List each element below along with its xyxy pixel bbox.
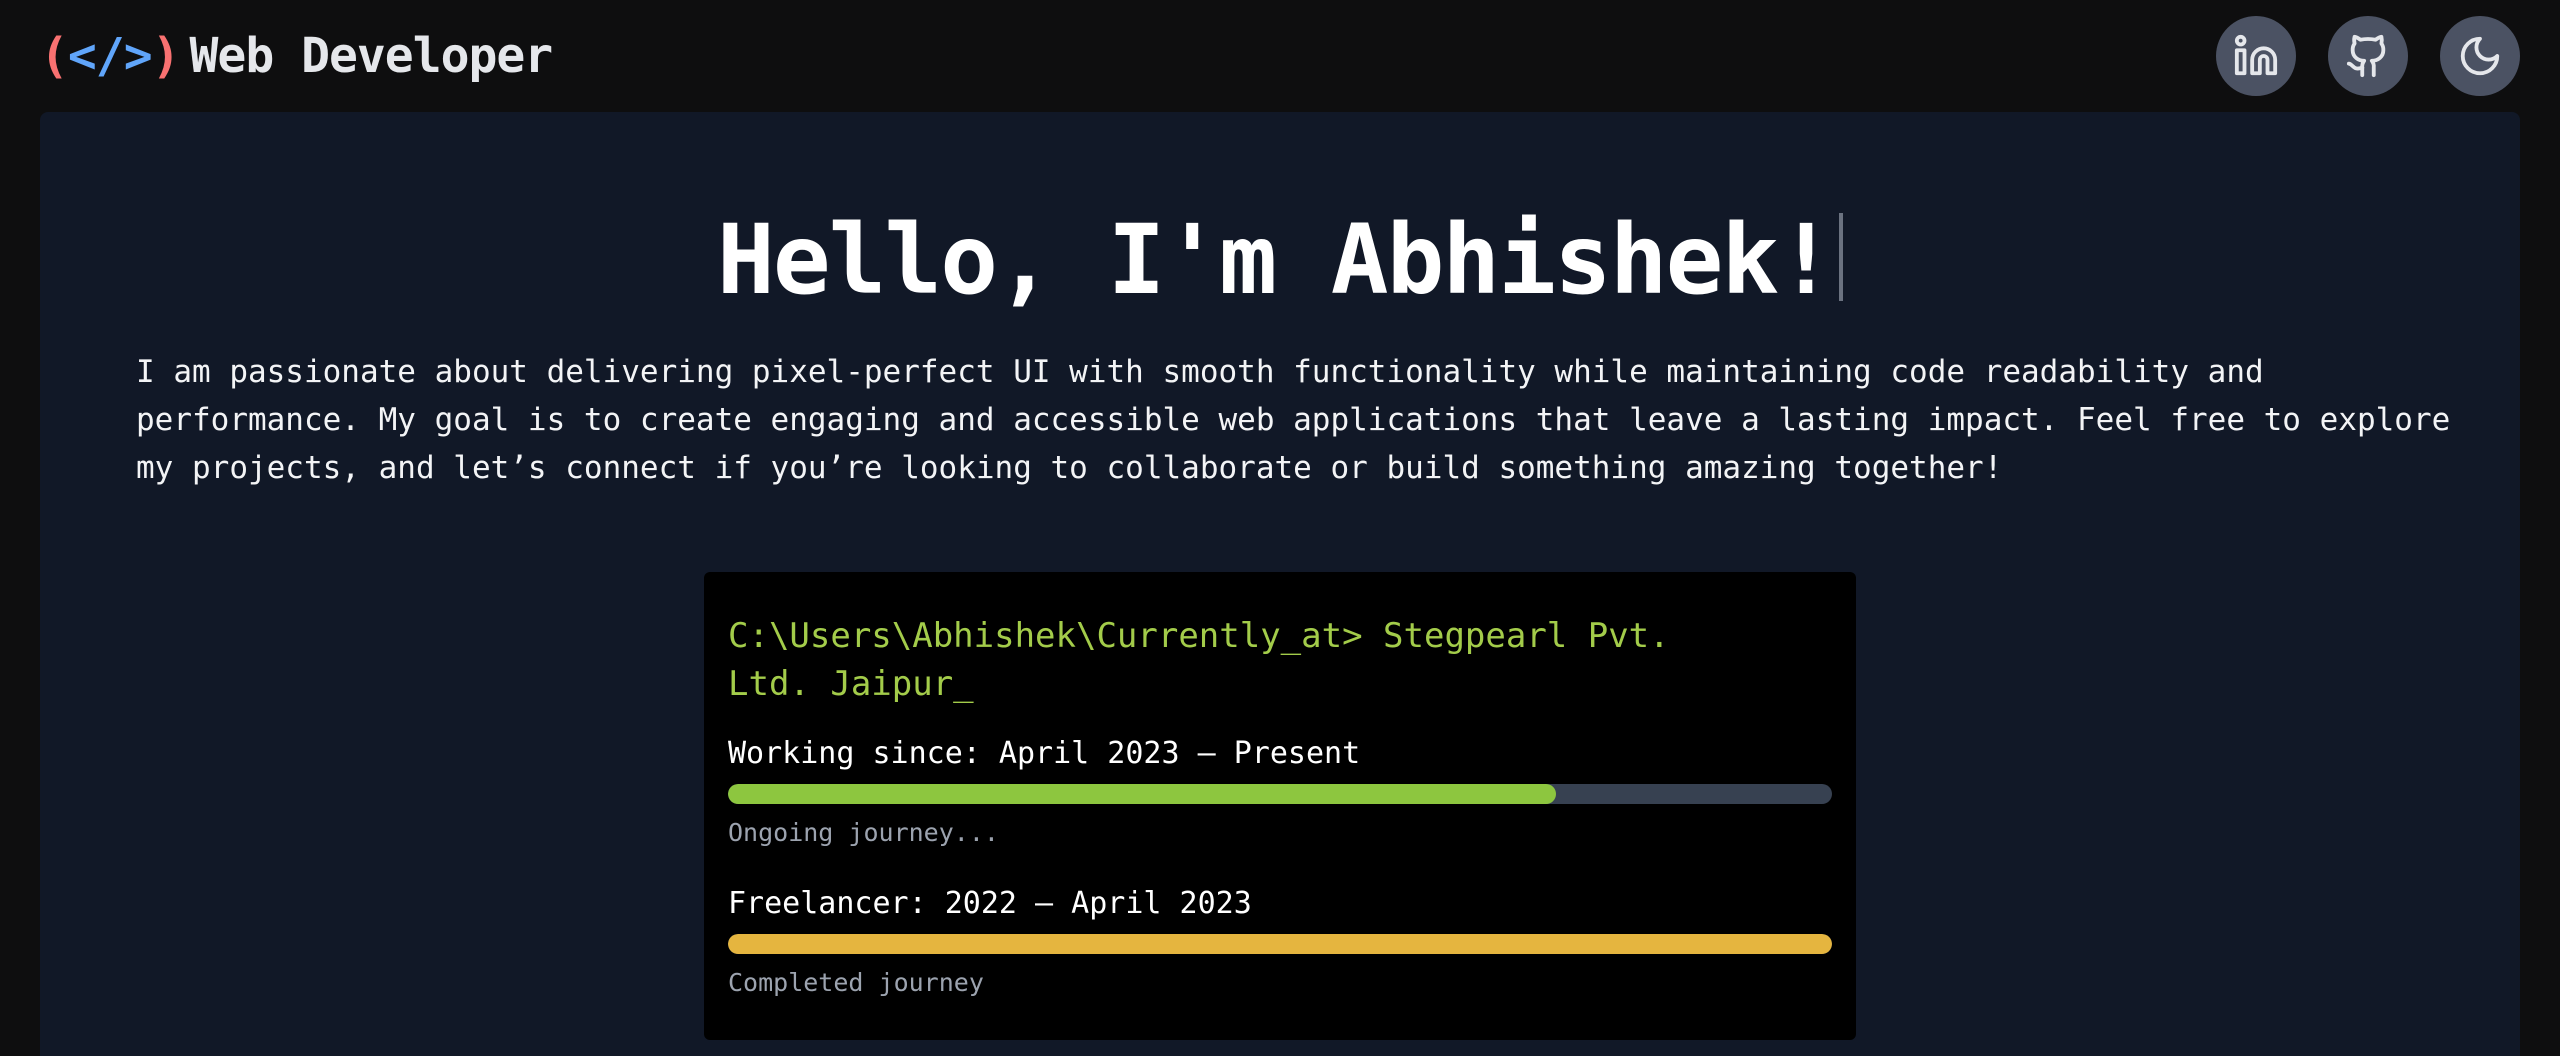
theme-toggle-button[interactable]	[2440, 16, 2520, 96]
job-item: Working since: April 2023 – Present Ongo…	[728, 734, 1832, 850]
site-header: ( </> ) Web Developer	[0, 0, 2560, 112]
github-button[interactable]	[2328, 16, 2408, 96]
moon-icon	[2460, 36, 2500, 76]
logo-title: Web Developer	[189, 28, 554, 84]
job-title: Working since: April 2023 – Present	[728, 736, 1361, 771]
job-status: Ongoing journey...	[728, 818, 999, 847]
header-actions	[2216, 16, 2520, 96]
progress-track	[728, 784, 1832, 804]
logo-close-paren: )	[151, 28, 181, 84]
linkedin-icon	[2234, 34, 2278, 76]
logo-open-paren: (	[40, 28, 69, 84]
hero-title: Hello, I'm Abhishek!	[40, 204, 2520, 316]
github-icon	[2346, 34, 2386, 78]
job-item: Freelancer: 2022 – April 2023 Completed …	[728, 884, 1832, 1000]
terminal-prompt: C:\Users\Abhishek\Currently_at> Stegpear…	[728, 616, 1670, 704]
hero-section: Hello, I'm Abhishek! I am passionate abo…	[40, 112, 2520, 1056]
site-logo[interactable]: ( </> ) Web Developer	[40, 28, 554, 84]
logo-code-tag: </>	[67, 28, 153, 84]
linkedin-button[interactable]	[2216, 16, 2296, 96]
progress-fill	[728, 784, 1556, 804]
progress-track	[728, 934, 1832, 954]
progress-fill	[728, 934, 1832, 954]
hero-title-text: Hello, I'm Abhishek!	[717, 204, 1835, 316]
job-status: Completed journey	[728, 968, 984, 997]
job-title: Freelancer: 2022 – April 2023	[728, 886, 1252, 921]
terminal-card: C:\Users\Abhishek\Currently_at> Stegpear…	[704, 572, 1856, 1040]
intro-paragraph: I am passionate about delivering pixel-p…	[136, 354, 2451, 486]
typing-caret	[1838, 213, 1843, 301]
